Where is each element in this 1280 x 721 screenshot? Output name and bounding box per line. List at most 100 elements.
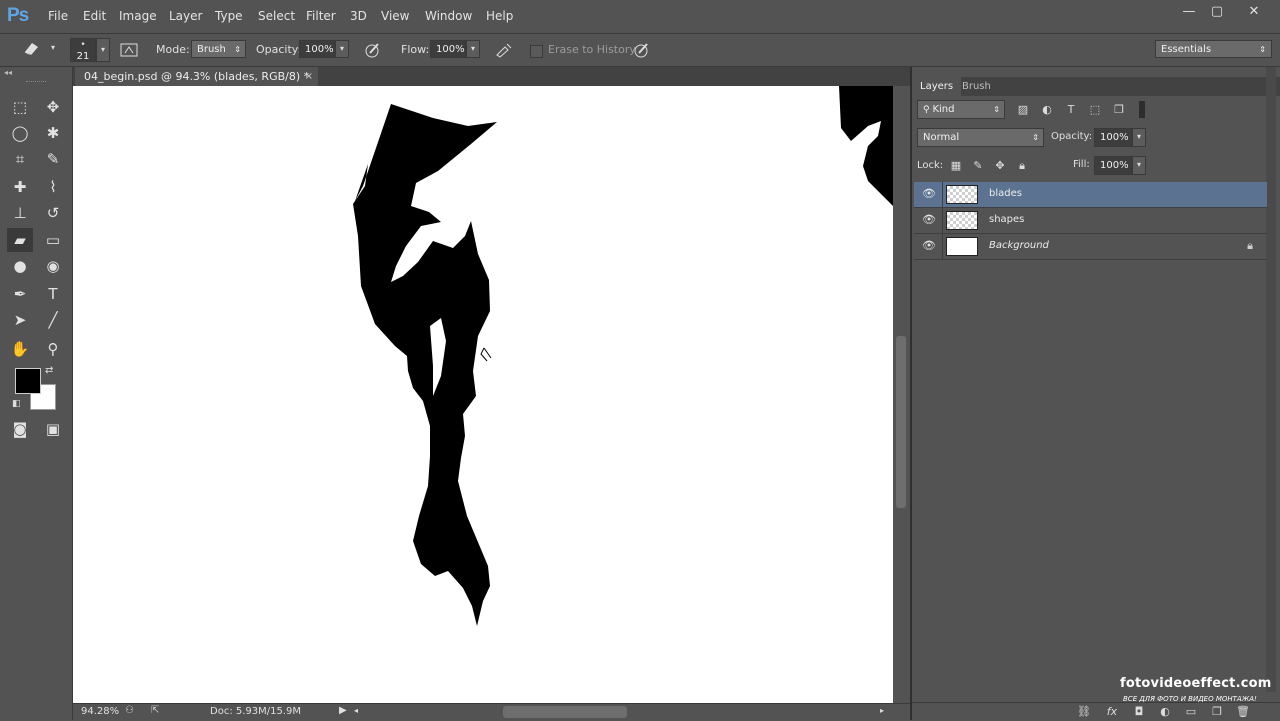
layer-row-blades[interactable]: 👁︎ blades (914, 182, 1267, 208)
screen-mode-icon[interactable]: ▣ (40, 417, 66, 441)
layer-filter-kind[interactable]: ⚲ Kind ⇕ (917, 100, 1005, 119)
menu-filter[interactable]: Filter (306, 9, 336, 23)
link-layers-icon[interactable]: ⛓ (1077, 705, 1091, 719)
horizontal-scroll-thumb[interactable] (503, 706, 627, 718)
crop-tool-icon[interactable]: ⌗ (7, 147, 33, 171)
fill-dropdown[interactable]: ▾ (1132, 156, 1146, 175)
line-tool-icon[interactable]: ╱ (40, 308, 66, 332)
opacity-dropdown[interactable]: ▾ (335, 40, 349, 58)
visibility-eye-icon[interactable]: 👁︎ (922, 188, 936, 200)
add-mask-icon[interactable]: ◘ (1132, 705, 1146, 719)
default-colors-icon[interactable]: ◧ (12, 399, 21, 409)
filter-shape-icon[interactable]: ⬚ (1088, 103, 1102, 117)
tool-preset-dropdown[interactable]: ▾ (46, 40, 60, 58)
type-tool-icon[interactable]: T (40, 282, 66, 306)
airbrush-icon[interactable] (495, 42, 513, 58)
marquee-tool-icon[interactable]: ⬚ (7, 95, 33, 119)
swap-colors-icon[interactable]: ⇄ (45, 365, 53, 376)
brush-tool-icon[interactable]: ⌇ (40, 175, 66, 199)
vertical-scroll-thumb[interactable] (896, 336, 906, 508)
filter-smart-object-icon[interactable]: ❐ (1112, 103, 1126, 117)
menu-file[interactable]: File (48, 9, 68, 23)
document-close-icon[interactable]: × (305, 67, 313, 86)
filter-adjustment-icon[interactable]: ◐ (1040, 103, 1054, 117)
new-adjustment-icon[interactable]: ◐ (1158, 705, 1172, 719)
layer-opacity-dropdown[interactable]: ▾ (1132, 128, 1146, 147)
gradient-tool-icon[interactable]: ▭ (40, 228, 66, 252)
lock-transparent-pixels-icon[interactable]: ▦ (949, 159, 963, 173)
pressure-opacity-icon[interactable] (364, 42, 382, 58)
mode-value: Brush (197, 44, 226, 55)
filter-toggle-switch[interactable] (1139, 101, 1145, 118)
lock-image-pixels-icon[interactable]: ✎ (971, 159, 985, 173)
lock-all-icon[interactable]: 🔒︎ (1015, 159, 1029, 173)
quick-mask-icon[interactable]: ◙ (7, 417, 33, 441)
new-layer-icon[interactable]: ❐ (1210, 705, 1224, 719)
document-canvas[interactable] (73, 86, 893, 703)
brush-size-picker[interactable]: • 21 (70, 38, 96, 62)
move-tool-icon[interactable]: ✥ (40, 95, 66, 119)
menu-edit[interactable]: Edit (83, 9, 106, 23)
menu-select[interactable]: Select (258, 9, 295, 23)
share-icon[interactable]: ⇱ (151, 705, 159, 716)
pressure-size-icon[interactable] (633, 42, 651, 58)
magic-wand-tool-icon[interactable]: ✱ (40, 121, 66, 145)
toolbox-grip[interactable] (26, 81, 46, 84)
pen-tool-icon[interactable]: ✒ (7, 282, 33, 306)
layer-opacity-field[interactable]: 100% (1094, 128, 1132, 147)
minimize-button[interactable]: — (1176, 2, 1202, 22)
menu-layer[interactable]: Layer (169, 9, 202, 23)
new-group-icon[interactable]: ▭ (1184, 705, 1198, 719)
flow-dropdown[interactable]: ▾ (466, 40, 480, 58)
mode-select[interactable]: Brush ⇕ (191, 40, 246, 58)
zoom-tool-icon[interactable]: ⚲ (40, 337, 66, 361)
scroll-right-icon[interactable]: ▸ (880, 706, 884, 715)
lasso-tool-icon[interactable]: ◯ (7, 121, 33, 145)
menu-type[interactable]: Type (215, 9, 243, 23)
visibility-eye-icon[interactable]: 👁︎ (922, 240, 936, 252)
layer-row-background[interactable]: 👁︎ Background 🔒︎ (914, 234, 1267, 260)
layer-row-shapes[interactable]: 👁︎ shapes (914, 208, 1267, 234)
filter-pixel-icon[interactable]: ▨ (1016, 103, 1030, 117)
lock-position-icon[interactable]: ✥ (993, 159, 1007, 173)
fill-field[interactable]: 100% (1094, 156, 1132, 175)
path-selection-tool-icon[interactable]: ➤ (7, 308, 33, 332)
layer-style-fx-icon[interactable]: fx (1105, 705, 1119, 719)
eraser-tool-preset-icon[interactable] (22, 40, 40, 56)
menu-help[interactable]: Help (486, 9, 513, 23)
brush-panel-toggle-icon[interactable] (120, 42, 138, 58)
zoom-level[interactable]: 94.28% (81, 706, 119, 717)
status-info-icon[interactable]: ⚇ (125, 705, 134, 716)
canvas-vertical-scrollbar[interactable] (893, 86, 909, 703)
healing-brush-tool-icon[interactable]: ✚ (7, 175, 33, 199)
hand-tool-icon[interactable]: ✋ (7, 337, 33, 361)
toolbox-collapse-icon[interactable]: ◂◂ (4, 68, 12, 77)
document-tab[interactable]: 04_begin.psd @ 94.3% (blades, RGB/8) * × (75, 67, 318, 86)
panel-scrollbar[interactable] (1266, 67, 1276, 692)
menu-view[interactable]: View (381, 9, 409, 23)
blur-tool-icon[interactable]: ● (7, 254, 33, 278)
tab-brush[interactable]: Brush (954, 77, 999, 96)
brush-size-dropdown[interactable]: ▾ (96, 38, 110, 62)
eyedropper-tool-icon[interactable]: ✎ (40, 147, 66, 171)
close-window-button[interactable]: ✕ (1241, 2, 1267, 22)
menu-3d[interactable]: 3D (350, 9, 367, 23)
opacity-field[interactable]: 100% (299, 40, 335, 58)
scroll-left-icon[interactable]: ◂ (354, 706, 358, 715)
flow-field[interactable]: 100% (430, 40, 466, 58)
clone-stamp-tool-icon[interactable]: ⊥ (7, 201, 33, 225)
delete-layer-icon[interactable]: 🗑︎ (1236, 705, 1250, 719)
workspace-switcher[interactable]: Essentials ⇕ (1155, 40, 1272, 58)
filter-type-icon[interactable]: T (1064, 103, 1078, 117)
dodge-tool-icon[interactable]: ◉ (40, 254, 66, 278)
menu-bar: Ps File Edit Image Layer Type Select Fil… (0, 0, 1280, 34)
maximize-button[interactable]: ▢ (1204, 2, 1230, 22)
erase-to-history-checkbox[interactable] (530, 45, 543, 58)
status-menu-arrow-icon[interactable]: ▶ (339, 705, 347, 716)
visibility-eye-icon[interactable]: 👁︎ (922, 214, 936, 226)
menu-image[interactable]: Image (119, 9, 157, 23)
history-brush-tool-icon[interactable]: ↺ (40, 201, 66, 225)
eraser-tool-icon[interactable]: ▰ (7, 228, 33, 252)
menu-window[interactable]: Window (425, 9, 472, 23)
blend-mode-select[interactable]: Normal ⇕ (917, 128, 1044, 147)
